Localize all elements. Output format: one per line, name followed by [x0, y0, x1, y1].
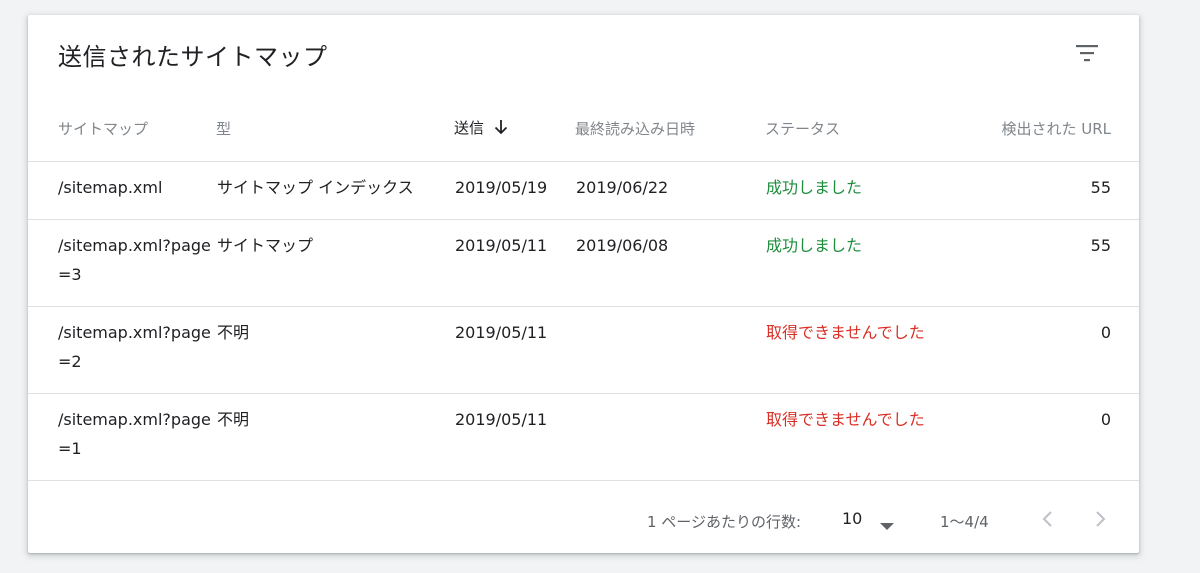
previous-page-button[interactable] — [1034, 505, 1062, 533]
pagination-bar: 1 ページあたりの行数: 10 1〜4/4 — [28, 485, 1139, 553]
rows-per-page-select[interactable]: 10 — [842, 509, 900, 531]
cell-submitted: 2019/05/11 — [454, 393, 575, 481]
cell-urls-text: 55 — [1090, 178, 1111, 197]
cell-type-text: サイトマップ — [217, 236, 314, 255]
chevron-right-icon — [1096, 511, 1106, 527]
status-text: 成功しました — [766, 178, 863, 197]
sitemaps-table: サイトマップ 型 送信 最終読み込み日時 ステータス 検出された URL /si… — [28, 95, 1139, 481]
rows-per-page-label: 1 ページあたりの行数: — [647, 513, 802, 531]
status-text: 取得できませんでした — [766, 323, 925, 342]
table-row[interactable]: /sitemap.xml?page=2 不明 2019/05/11 取得できませ… — [28, 306, 1139, 394]
cell-submitted: 2019/05/11 — [454, 306, 575, 394]
column-header-submitted-label: 送信 — [454, 119, 485, 138]
status-text: 取得できませんでした — [766, 410, 925, 429]
cell-last-read — [575, 393, 765, 481]
column-header-type[interactable]: 型 — [216, 95, 454, 162]
arrow-down-icon — [494, 119, 508, 139]
column-header-last-read[interactable]: 最終読み込み日時 — [575, 95, 765, 162]
cell-type: サイトマップ インデックス — [216, 161, 454, 220]
rows-per-page-value: 10 — [842, 509, 863, 528]
cell-submitted-text: 2019/05/11 — [455, 410, 548, 429]
filter-button[interactable] — [1069, 39, 1105, 69]
chevron-left-icon — [1042, 511, 1052, 527]
cell-sitemap: /sitemap.xml?page=1 — [28, 393, 216, 481]
cell-last-read — [575, 306, 765, 394]
cell-last-read: 2019/06/22 — [575, 161, 765, 220]
cell-submitted-text: 2019/05/19 — [455, 178, 548, 197]
status-text: 成功しました — [766, 236, 863, 255]
cell-type: 不明 — [216, 306, 454, 394]
cell-last-read-text: 2019/06/22 — [576, 178, 669, 197]
table-row[interactable]: /sitemap.xml?page=1 不明 2019/05/11 取得できませ… — [28, 393, 1139, 481]
table-row[interactable]: /sitemap.xml サイトマップ インデックス 2019/05/19 20… — [28, 161, 1139, 220]
cell-urls-text: 0 — [1100, 323, 1111, 342]
card-title: 送信されたサイトマップ — [58, 43, 328, 71]
column-header-status[interactable]: ステータス — [765, 95, 965, 162]
cell-sitemap-text: /sitemap.xml — [58, 178, 163, 197]
cell-status: 成功しました — [765, 219, 965, 307]
cell-urls: 55 — [965, 161, 1139, 220]
pagination-range: 1〜4/4 — [940, 513, 989, 531]
cell-last-read: 2019/06/08 — [575, 219, 765, 307]
cell-last-read-text: 2019/06/08 — [576, 236, 669, 255]
next-page-button[interactable] — [1086, 505, 1114, 533]
table-row[interactable]: /sitemap.xml?page=3 サイトマップ 2019/05/11 20… — [28, 219, 1139, 307]
filter-list-icon — [1076, 45, 1098, 62]
column-header-discovered-urls[interactable]: 検出された URL — [965, 95, 1139, 162]
column-header-sitemap[interactable]: サイトマップ — [28, 95, 216, 162]
cell-sitemap: /sitemap.xml?page=3 — [28, 219, 216, 307]
cell-type: サイトマップ — [216, 219, 454, 307]
cell-urls: 55 — [965, 219, 1139, 307]
cell-urls-text: 55 — [1090, 236, 1111, 255]
cell-submitted: 2019/05/19 — [454, 161, 575, 220]
cell-type-text: 不明 — [217, 410, 250, 429]
cell-status: 成功しました — [765, 161, 965, 220]
cell-type: 不明 — [216, 393, 454, 481]
cell-sitemap: /sitemap.xml?page=2 — [28, 306, 216, 394]
sitemaps-card: 送信されたサイトマップ サイトマップ 型 送信 最終読み込み日時 ステータス 検… — [28, 15, 1139, 553]
cell-urls: 0 — [965, 393, 1139, 481]
cell-submitted-text: 2019/05/11 — [455, 323, 548, 342]
cell-sitemap: /sitemap.xml — [28, 161, 216, 220]
column-header-submitted[interactable]: 送信 — [454, 95, 575, 162]
cell-type-text: サイトマップ インデックス — [217, 178, 414, 197]
cell-urls: 0 — [965, 306, 1139, 394]
cell-submitted-text: 2019/05/11 — [455, 236, 548, 255]
cell-status: 取得できませんでした — [765, 393, 965, 481]
cell-sitemap-text: /sitemap.xml?page=1 — [58, 410, 211, 458]
cell-urls-text: 0 — [1100, 410, 1111, 429]
cell-submitted: 2019/05/11 — [454, 219, 575, 307]
cell-status: 取得できませんでした — [765, 306, 965, 394]
dropdown-arrow-icon — [880, 516, 894, 535]
cell-sitemap-text: /sitemap.xml?page=3 — [58, 236, 211, 284]
cell-sitemap-text: /sitemap.xml?page=2 — [58, 323, 211, 371]
cell-type-text: 不明 — [217, 323, 250, 342]
table-header-row: サイトマップ 型 送信 最終読み込み日時 ステータス 検出された URL — [28, 95, 1139, 162]
